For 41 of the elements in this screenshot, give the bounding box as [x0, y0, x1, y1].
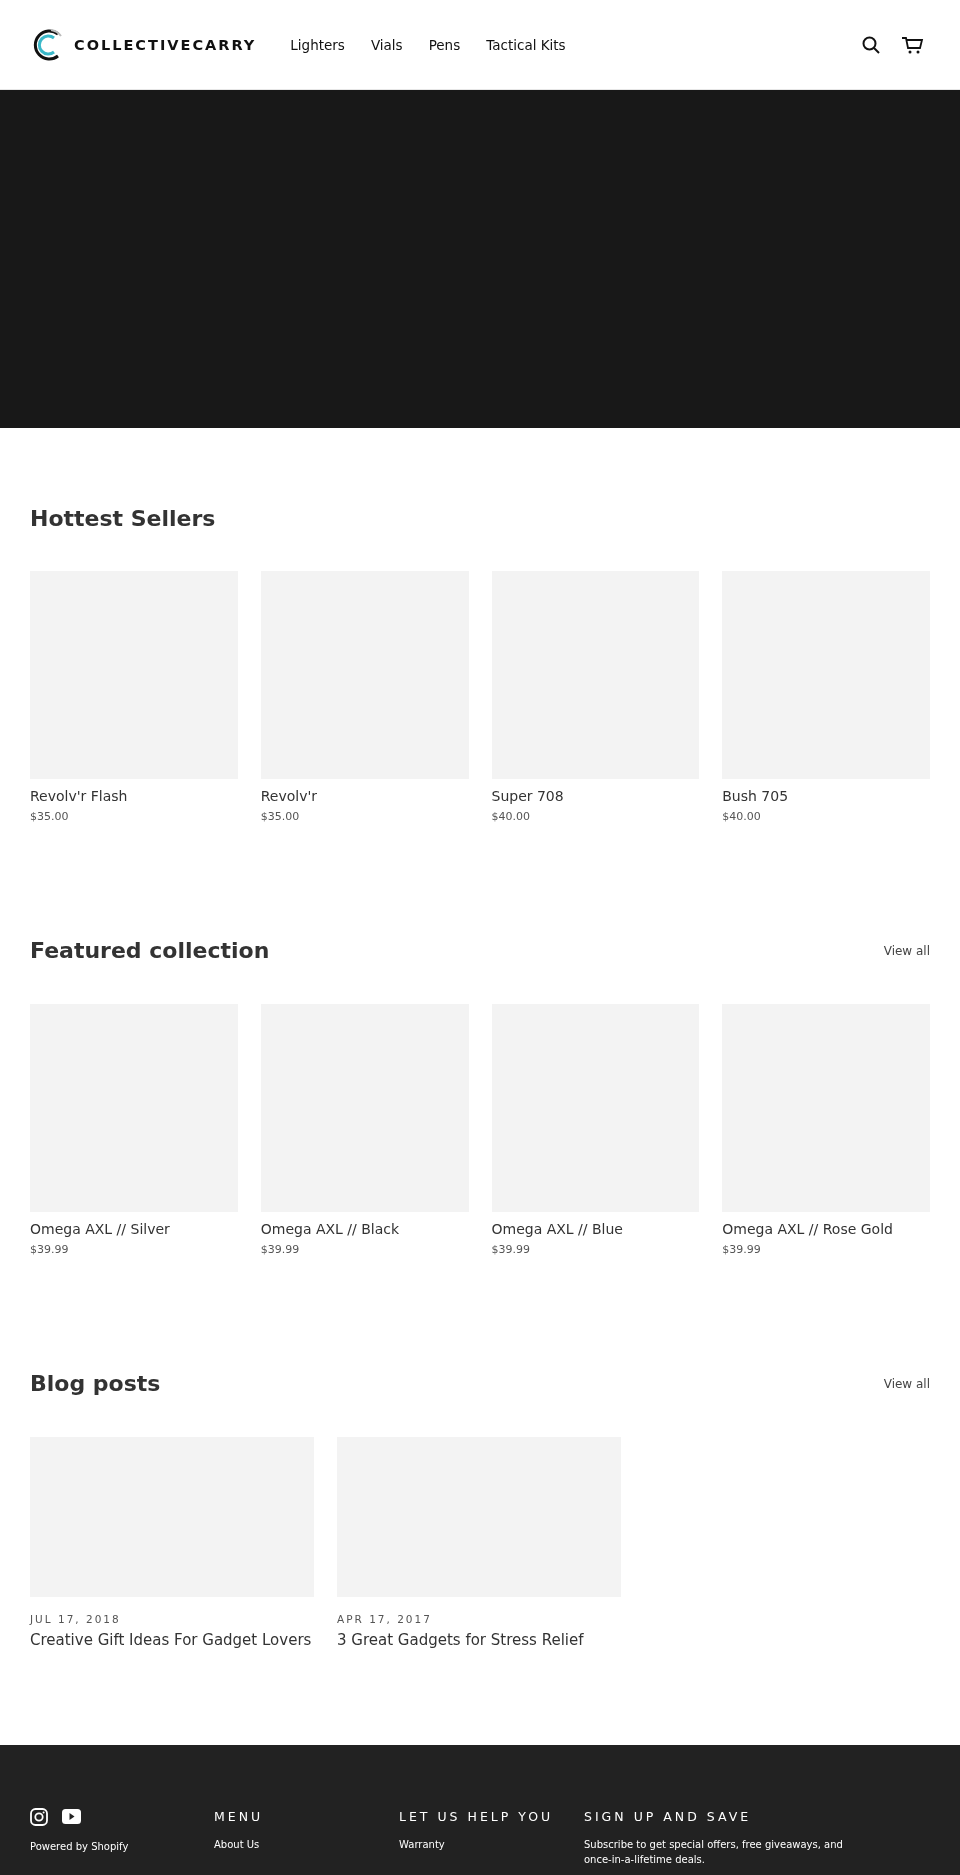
product-name[interactable]: Omega AXL // Silver	[30, 1220, 238, 1237]
section-heading: Blog posts	[30, 1371, 161, 1396]
product-price: $39.99	[722, 1242, 762, 1256]
product-name[interactable]: Super 708	[491, 787, 700, 804]
powered-by-link[interactable]: Powered by Shopify	[30, 1840, 129, 1852]
instagram-icon[interactable]	[30, 1807, 48, 1826]
view-all-link[interactable]: View all	[883, 943, 930, 958]
product-price: $35.00	[30, 809, 70, 823]
nav-link[interactable]: Pens	[428, 36, 461, 53]
product-price: $40.00	[722, 809, 762, 823]
nav-link[interactable]: Vials	[370, 36, 403, 53]
post-title[interactable]: 3 Great Gadgets for Stress Relief	[337, 1630, 621, 1649]
view-all-link[interactable]: View all	[883, 1376, 930, 1391]
cart-icon[interactable]	[902, 35, 924, 54]
footer-heading: SIGN UP AND SAVE	[584, 1807, 752, 1826]
product-price: $39.99	[30, 1242, 70, 1256]
product-price: $40.00	[491, 809, 531, 823]
footer-heading: LET US HELP YOU	[399, 1807, 554, 1826]
product-name[interactable]: Revolv'r Flash	[30, 787, 238, 804]
signup-description: Subscribe to get special offers, free giveaways, and once-in-a-lifetime deals.	[584, 1837, 844, 1867]
product-price: $35.00	[260, 809, 301, 823]
nav-link[interactable]: Lighters	[290, 36, 345, 53]
product-name[interactable]: Revolv'r	[260, 787, 469, 804]
product-name[interactable]: Omega AXL // Black	[260, 1220, 469, 1237]
product-price: $39.99	[260, 1242, 301, 1256]
product-name[interactable]: Omega AXL // Rose Gold	[722, 1220, 930, 1237]
youtube-icon[interactable]	[62, 1809, 81, 1824]
search-icon[interactable]	[862, 35, 880, 54]
product-price: $39.99	[491, 1242, 531, 1256]
nav-link[interactable]: Tactical Kits	[486, 36, 566, 53]
post-date: JUL 17, 2018	[30, 1612, 122, 1625]
logo-wordmark[interactable]: COLLECTIVECARRY	[74, 36, 257, 53]
post-date: APR 17, 2017	[337, 1612, 433, 1625]
product-name[interactable]: Bush 705	[722, 787, 930, 804]
section-heading: Hottest Sellers	[30, 505, 216, 531]
section-heading: Featured collection	[30, 938, 270, 964]
footer-link[interactable]: About Us	[214, 1838, 260, 1850]
product-name[interactable]: Omega AXL // Blue	[491, 1220, 700, 1237]
footer-link[interactable]: Warranty	[399, 1838, 445, 1850]
post-title[interactable]: Creative Gift Ideas For Gadget Lovers	[30, 1630, 314, 1649]
footer-heading: MENU	[214, 1807, 264, 1826]
